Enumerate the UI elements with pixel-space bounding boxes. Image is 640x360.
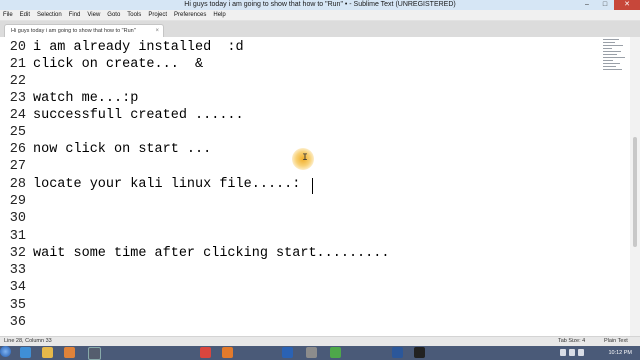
line-number: 24	[9, 108, 26, 123]
vertical-scrollbar[interactable]	[630, 37, 640, 336]
maximize-button[interactable]: □	[596, 0, 614, 10]
menu-bar: File Edit Selection Find View Goto Tools…	[0, 10, 640, 21]
minimap-line	[603, 66, 616, 67]
line-number: 27	[9, 159, 26, 174]
minimap-line	[603, 57, 625, 58]
tab-close-icon[interactable]: ×	[155, 25, 159, 37]
menu-goto[interactable]: Goto	[107, 10, 120, 21]
minimap-line	[603, 51, 621, 52]
minimap-line	[603, 54, 617, 55]
virtualbox-icon[interactable]	[282, 347, 293, 358]
menu-tools[interactable]: Tools	[127, 10, 141, 21]
text-cursor	[312, 178, 313, 194]
line-number: 20	[9, 40, 26, 55]
line-text: wait some time after clicking start.....…	[33, 246, 390, 261]
system-tray	[560, 349, 587, 356]
taskbar: 10:12 PM	[0, 346, 640, 360]
line-number: 28	[9, 177, 26, 192]
line-text: successfull created ......	[33, 108, 244, 123]
ie-icon[interactable]	[20, 347, 31, 358]
line-number: 34	[9, 280, 26, 295]
line-text: locate your kali linux file.....:	[33, 177, 301, 192]
minimap-line	[603, 60, 613, 61]
minimap[interactable]	[600, 37, 630, 77]
green-app-icon[interactable]	[330, 347, 341, 358]
minimap-line	[603, 42, 615, 43]
window-controls: – □ ✕	[578, 0, 640, 10]
tray-icon[interactable]	[578, 349, 584, 356]
line-text: now click on start ...	[33, 142, 212, 157]
line-number: 30	[9, 211, 26, 226]
ibeam-cursor-icon: I	[302, 153, 309, 164]
menu-help[interactable]: Help	[213, 10, 225, 21]
line-number: 33	[9, 263, 26, 278]
firefox-icon[interactable]	[222, 347, 233, 358]
scroll-thumb[interactable]	[633, 137, 637, 247]
line-number: 32	[9, 246, 26, 261]
line-number: 36	[9, 315, 26, 330]
line-text: i am already installed :d	[33, 40, 244, 55]
syntax-selector[interactable]: Plain Text	[604, 337, 628, 346]
menu-project[interactable]: Project	[148, 10, 167, 21]
file-tab[interactable]: Hi guys today i am going to show that ho…	[4, 24, 164, 37]
minimap-line	[603, 48, 612, 49]
line-number: 35	[9, 298, 26, 313]
cmd-icon[interactable]	[414, 347, 425, 358]
line-number: 21	[9, 57, 26, 72]
menu-file[interactable]: File	[3, 10, 13, 21]
start-orb-icon[interactable]	[0, 346, 11, 357]
menu-edit[interactable]: Edit	[20, 10, 30, 21]
app-icon[interactable]	[88, 347, 101, 360]
line-number: 26	[9, 142, 26, 157]
line-number: 22	[9, 74, 26, 89]
sublime-icon[interactable]	[306, 347, 317, 358]
minimap-line	[603, 69, 622, 70]
word-icon[interactable]	[392, 347, 403, 358]
cursor-position: Line 28, Column 33	[4, 338, 52, 344]
line-number: 25	[9, 125, 26, 140]
line-number: 29	[9, 194, 26, 209]
file-tab-label: Hi guys today i am going to show that ho…	[11, 28, 136, 34]
media-icon[interactable]	[64, 347, 75, 358]
folder-icon[interactable]	[42, 347, 53, 358]
close-button[interactable]: ✕	[614, 0, 640, 10]
menu-preferences[interactable]: Preferences	[174, 10, 206, 21]
minimap-line	[603, 39, 619, 40]
clock[interactable]: 10:12 PM	[608, 346, 632, 360]
editor-area[interactable]: 20 i am already installed :d 21 click on c…	[0, 37, 600, 336]
menu-view[interactable]: View	[87, 10, 100, 21]
menu-selection[interactable]: Selection	[37, 10, 62, 21]
tray-icon[interactable]	[560, 349, 566, 356]
line-text: click on create... &	[33, 57, 204, 72]
line-text: watch me...:p	[33, 91, 139, 106]
line-number: 31	[9, 229, 26, 244]
chrome-icon[interactable]	[200, 347, 211, 358]
window-title: Hi guys today i am going to show that ho…	[184, 1, 456, 8]
minimap-line	[603, 63, 620, 64]
tab-size-selector[interactable]: Tab Size: 4	[558, 337, 585, 346]
minimap-line	[603, 45, 623, 46]
status-bar: Line 28, Column 33 Tab Size: 4 Plain Tex…	[0, 336, 640, 346]
tray-icon[interactable]	[569, 349, 575, 356]
menu-find[interactable]: Find	[69, 10, 81, 21]
line-number: 23	[9, 91, 26, 106]
title-bar: Hi guys today i am going to show that ho…	[0, 0, 640, 10]
tab-bar: Hi guys today i am going to show that ho…	[0, 21, 640, 37]
minimize-button[interactable]: –	[578, 0, 596, 10]
